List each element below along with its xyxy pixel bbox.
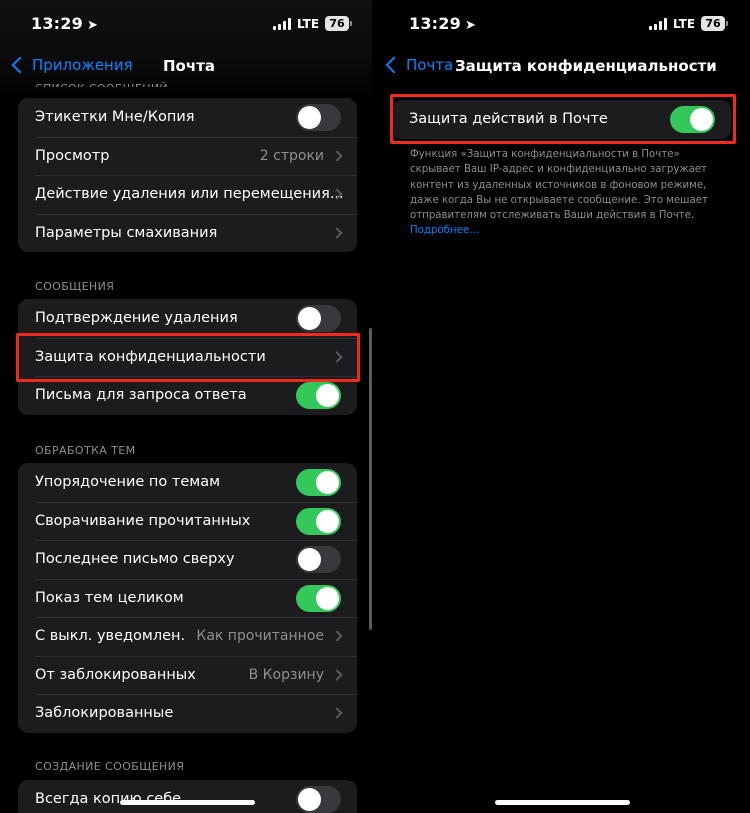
privacy-protection-screen: 13:29 ➤ LTE 76 Почта Защита конфиденциаль… [378, 0, 750, 813]
row-label: Последнее письмо сверху [35, 551, 235, 568]
row-organize-by-thread[interactable]: Упорядочение по темам [18, 463, 357, 502]
ask-before-deleting-toggle[interactable] [296, 305, 341, 332]
nav-bar: Почта Защита конфиденциальности [378, 52, 750, 82]
signal-icon [649, 18, 667, 30]
home-indicator[interactable] [120, 800, 255, 805]
highlight-frame [390, 94, 736, 144]
row-swipe-options[interactable]: Параметры смахивания [18, 213, 357, 253]
chevron-right-icon [331, 668, 343, 681]
message-list-group: Этикетки Мне/Копия Просмотр 2 строки Дей… [18, 98, 357, 252]
organize-by-thread-toggle[interactable] [296, 469, 341, 496]
signal-icon [273, 18, 291, 30]
page-title: Защита конфиденциальности [455, 57, 717, 75]
chevron-right-icon [331, 630, 343, 642]
row-label: Письма для запроса ответа [35, 387, 247, 404]
composing-group: Всегда копию себе [18, 780, 357, 813]
clock: 13:29 ➤ [31, 14, 99, 33]
toggle-knob [298, 788, 321, 811]
network-type: LTE [297, 17, 320, 31]
chevron-left-icon [385, 56, 403, 74]
row-label: С выкл. уведомлен. [35, 628, 186, 645]
highlight-frame [16, 333, 360, 382]
collapse-read-toggle[interactable] [296, 507, 341, 535]
chevron-right-icon [331, 149, 343, 162]
back-label: Приложения [32, 56, 133, 74]
most-recent-on-top-toggle[interactable] [296, 546, 341, 573]
row-blocked-sender-options[interactable]: От заблокированных В Корзину [18, 655, 357, 695]
row-value: В Корзину [248, 666, 324, 683]
battery-icon: 76 [325, 16, 352, 31]
row-value: 2 строки [259, 147, 324, 164]
chevron-right-icon [331, 226, 343, 239]
row-label: Просмотр [35, 147, 110, 164]
home-indicator[interactable] [495, 800, 630, 805]
mine-copy-labels-toggle[interactable] [296, 104, 341, 131]
back-label: Почта [406, 56, 454, 74]
row-blocked[interactable]: Заблокированные [18, 694, 357, 733]
toggle-knob [298, 106, 321, 129]
toggle-knob [316, 509, 339, 533]
row-value: Как прочитанное [196, 628, 324, 645]
status-bar: 13:29 ➤ LTE 76 [0, 0, 372, 48]
privacy-description: Функция «Защита конфиденциальности в Поч… [410, 147, 720, 239]
row-label: Показ тем целиком [35, 589, 184, 606]
back-button[interactable]: Почта [384, 56, 453, 74]
back-button[interactable]: Приложения [10, 56, 133, 74]
toggle-knob [316, 471, 339, 494]
row-label: Упорядочение по темам [35, 474, 221, 491]
scrollbar[interactable] [369, 328, 372, 630]
network-type: LTE [673, 17, 696, 31]
clock: 13:29 ➤ [409, 14, 477, 33]
section-header-messages: СООБЩЕНИЯ [35, 280, 115, 293]
row-label: Этикетки Мне/Копия [35, 109, 195, 126]
mail-settings-screen: 13:29➤ LTE 76 Приложения Почта СПИСОК СО… [0, 0, 372, 813]
section-header-composing: СОЗДАНИЕ СООБЩЕНИЯ [35, 760, 185, 773]
always-bcc-myself-toggle[interactable] [296, 786, 341, 813]
row-preview[interactable]: Просмотр 2 строки [18, 136, 357, 176]
row-ask-before-deleting[interactable]: Подтверждение удаления [18, 299, 357, 338]
row-label: От заблокированных [35, 666, 196, 683]
section-header-threading: ОБРАБОТКА ТЕМ [35, 444, 136, 457]
complete-threads-toggle[interactable] [296, 584, 341, 612]
row-most-recent-on-top[interactable]: Последнее письмо сверху [18, 540, 357, 579]
toggle-knob [298, 548, 321, 571]
row-complete-threads[interactable]: Показ тем целиком [18, 578, 357, 618]
location-arrow-icon: ➤ [464, 18, 477, 33]
toggle-knob [298, 307, 321, 330]
section-header-message-list: СПИСОК СООБЩЕНИЙ [35, 78, 168, 87]
follow-up-toggle[interactable] [296, 382, 341, 409]
row-label: Действие удаления или перемещения... [35, 186, 344, 203]
row-delete-move-action[interactable]: Действие удаления или перемещения... [18, 175, 357, 214]
chevron-right-icon [331, 707, 343, 719]
page-title: Почта [163, 57, 215, 75]
row-mine-copy-labels[interactable]: Этикетки Мне/Копия [18, 98, 357, 137]
threading-group: Упорядочение по темам Сворачивание прочи… [18, 463, 357, 733]
location-arrow-icon: ➤ [86, 18, 99, 33]
row-label: Заблокированные [35, 705, 174, 722]
battery-icon: 76 [701, 16, 728, 31]
row-label: Подтверждение удаления [35, 310, 238, 327]
row-muted-thread-action[interactable]: С выкл. уведомлен. Как прочитанное [18, 617, 357, 656]
row-label: Параметры смахивания [35, 224, 218, 241]
toggle-knob [316, 586, 339, 610]
row-label: Сворачивание прочитанных [35, 512, 251, 529]
chevron-left-icon [11, 56, 29, 74]
description-text: Функция «Защита конфиденциальности в Поч… [410, 149, 708, 222]
learn-more-link[interactable]: Подробнее… [410, 223, 720, 238]
row-always-bcc-myself[interactable]: Всегда копию себе [18, 780, 357, 813]
row-collapse-read[interactable]: Сворачивание прочитанных [18, 501, 357, 541]
status-bar: 13:29 ➤ LTE 76 [378, 0, 750, 48]
toggle-knob [316, 384, 339, 407]
